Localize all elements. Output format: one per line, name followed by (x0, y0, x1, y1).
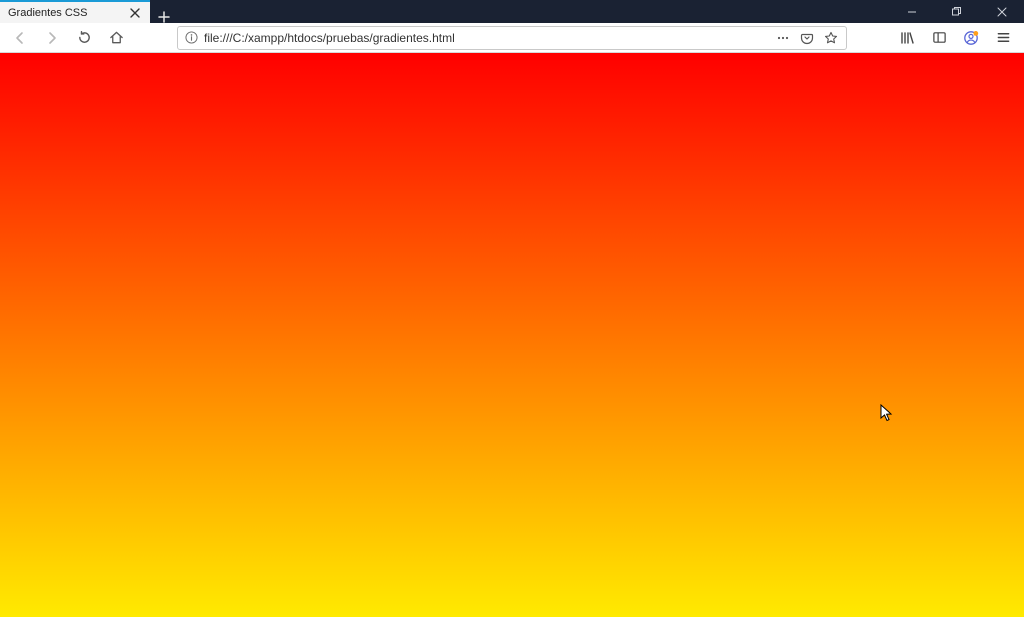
url-bar[interactable]: file:///C:/xampp/htdocs/pruebas/gradient… (177, 26, 847, 50)
hamburger-menu-icon[interactable] (992, 27, 1014, 49)
forward-button[interactable] (40, 26, 64, 50)
close-icon[interactable] (128, 6, 142, 20)
pocket-icon[interactable] (798, 29, 816, 47)
ellipsis-icon[interactable] (774, 29, 792, 47)
home-button[interactable] (104, 26, 128, 50)
back-button[interactable] (8, 26, 32, 50)
star-icon[interactable] (822, 29, 840, 47)
title-bar: Gradientes CSS (0, 0, 1024, 23)
toolbar-right (896, 27, 1016, 49)
new-tab-button[interactable] (150, 11, 178, 23)
tab-strip: Gradientes CSS (0, 0, 178, 23)
window-close-button[interactable] (979, 0, 1024, 23)
nav-toolbar: file:///C:/xampp/htdocs/pruebas/gradient… (0, 23, 1024, 53)
tab-title: Gradientes CSS (8, 7, 128, 19)
url-text[interactable]: file:///C:/xampp/htdocs/pruebas/gradient… (204, 31, 768, 45)
maximize-button[interactable] (934, 0, 979, 23)
minimize-button[interactable] (889, 0, 934, 23)
titlebar-spacer[interactable] (178, 0, 889, 23)
reload-button[interactable] (72, 26, 96, 50)
urlbar-container: file:///C:/xampp/htdocs/pruebas/gradient… (136, 26, 888, 50)
sidebar-icon[interactable] (928, 27, 950, 49)
page-content (0, 53, 1024, 617)
info-icon[interactable] (184, 31, 198, 45)
tab-active[interactable]: Gradientes CSS (0, 0, 150, 23)
window-controls (889, 0, 1024, 23)
account-icon[interactable] (960, 27, 982, 49)
browser-viewport (0, 53, 1024, 617)
library-icon[interactable] (896, 27, 918, 49)
